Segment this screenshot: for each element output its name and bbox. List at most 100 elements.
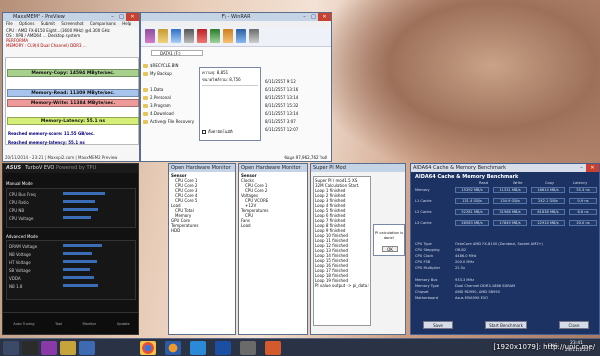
- popup-check[interactable]: ตั้งค่าอัตโนมัติ: [202, 129, 233, 134]
- menu-screenshot[interactable]: Screenshot: [61, 21, 83, 26]
- properties-popup[interactable]: ความจุ: 8,851 ขนาดไฟล์รวม: 8,756 ตั้งค่า…: [199, 67, 261, 141]
- tool-button[interactable]: Tool: [55, 322, 62, 326]
- popup-line: ขนาดไฟล์รวม: 8,756: [202, 77, 241, 82]
- hwmon1-titlebar[interactable]: Open Hardware Monitor: [169, 164, 235, 172]
- maxxmem-status: 20/11/2014 - 23:21 | Maxxpi2.com | MaxxM…: [5, 155, 118, 160]
- maxxmem-taskbar-icon[interactable]: [265, 341, 281, 355]
- maximize-button[interactable]: □: [117, 13, 126, 21]
- hwmon2-titlebar[interactable]: Open Hardware Monitor: [239, 164, 307, 172]
- param-label: NB Voltage: [9, 252, 32, 257]
- maxxmem-titlebar[interactable]: MaxxMEM² - PreView – □ ✕: [3, 13, 139, 21]
- date-cell: 6/11/2557 13:16: [265, 87, 299, 92]
- close-button[interactable]: ✕: [126, 13, 139, 21]
- tree-row[interactable]: HDD: [171, 228, 233, 233]
- slider[interactable]: [63, 284, 98, 287]
- folder-icon: [143, 96, 148, 100]
- slider[interactable]: [63, 208, 98, 211]
- turbov-title: TurboV EVO: [25, 165, 55, 171]
- firefox-taskbar-icon[interactable]: [165, 341, 181, 355]
- row-label: L1 Cache: [415, 199, 432, 203]
- menu-options[interactable]: Options: [19, 21, 34, 26]
- repair-icon[interactable]: [249, 29, 259, 43]
- slider[interactable]: [63, 192, 105, 195]
- result-cell: 55.3 ns: [569, 187, 597, 193]
- slider[interactable]: [63, 260, 97, 263]
- hwmonitor-window-2[interactable]: Open Hardware Monitor Sensor Clocks CPU …: [238, 163, 308, 335]
- superpi-dialog[interactable]: PI calculation is done! OK: [373, 224, 405, 256]
- slider[interactable]: [63, 216, 91, 219]
- slider[interactable]: [63, 276, 94, 279]
- param-label: SB Voltage: [9, 268, 31, 273]
- slider[interactable]: [63, 200, 95, 203]
- turbov-titlebar[interactable]: ASUS TurboV EVO Powered by TPU: [3, 164, 138, 173]
- param-label: CPU NB: [9, 208, 25, 213]
- add-icon[interactable]: [145, 29, 155, 43]
- turbov-tab-manual[interactable]: Manual Mode: [6, 181, 33, 186]
- superpi-taskbar-icon[interactable]: [240, 341, 256, 355]
- chrome-taskbar-icon[interactable]: [140, 341, 156, 355]
- aida64-titlebar[interactable]: AIDA64 Cache & Memory Benchmark – ✕: [411, 164, 599, 172]
- find-icon[interactable]: [210, 29, 220, 43]
- winrar-window[interactable]: F\ - WinRAR – □ ✕ DATA1 (F:) $RECYCLE.BIN …: [140, 12, 332, 162]
- asus-app-icon[interactable]: [22, 341, 38, 355]
- maxxmem-menu: File Options Submit Screenshot Compariso…: [3, 21, 139, 27]
- memory-read-bar: Memory-Read: 11309 MByte/sec.: [7, 89, 139, 97]
- aida-save-button[interactable]: Save: [423, 321, 453, 329]
- menu-file[interactable]: File: [6, 21, 13, 26]
- folder-icon: [143, 64, 148, 68]
- winrar-taskbar-icon[interactable]: [41, 341, 57, 355]
- close-button[interactable]: ✕: [586, 164, 599, 172]
- maxxmem-window[interactable]: MaxxMEM² - PreView – □ ✕ File Options Subm…: [2, 12, 140, 162]
- start-icon[interactable]: [3, 341, 19, 355]
- hwmonitor-window-1[interactable]: Open Hardware Monitor Sensor CPU Core 1 …: [168, 163, 236, 335]
- hwmon2-tree: Sensor Clocks CPU Core 1 CPU Core 2 Volt…: [239, 172, 307, 229]
- winrar-address[interactable]: DATA1 (F:): [151, 50, 203, 56]
- memory-score: Reached memory-score: 11.55 GB/sec.: [8, 131, 95, 136]
- extract-icon[interactable]: [158, 29, 168, 43]
- superpi-window[interactable]: Super PI Mod Super PI / mod1.5 XS 32M Ca…: [310, 163, 406, 335]
- monitor-button[interactable]: Monitor: [83, 322, 97, 326]
- wizard-icon[interactable]: [223, 29, 233, 43]
- superpi-titlebar[interactable]: Super PI Mod: [311, 164, 405, 172]
- update-button[interactable]: Update: [117, 322, 130, 326]
- turbov-tab-advanced[interactable]: Advanced Mode: [6, 234, 38, 239]
- aida64-window[interactable]: AIDA64 Cache & Memory Benchmark – ✕ AIDA6…: [410, 163, 600, 335]
- aida-start-button[interactable]: Start Benchmark: [485, 321, 527, 329]
- menu-comparisons[interactable]: Comparisons: [90, 21, 116, 26]
- minimize-button[interactable]: –: [108, 13, 117, 21]
- explorer-taskbar-icon[interactable]: [60, 341, 76, 355]
- slider[interactable]: [63, 252, 93, 255]
- menu-submit[interactable]: Submit: [41, 21, 55, 26]
- auto-tuning-button[interactable]: Auto Tuning: [13, 322, 34, 326]
- info-value: 200.0 MHz: [455, 260, 475, 264]
- ie-taskbar-icon[interactable]: [190, 341, 206, 355]
- test-icon[interactable]: [171, 29, 181, 43]
- view-icon[interactable]: [184, 29, 194, 43]
- date-cell: 6/11/2557 12:07: [265, 127, 299, 132]
- winrar-titlebar[interactable]: F\ - WinRAR – □ ✕: [141, 13, 331, 21]
- popup-line: ความจุ: 8,851: [202, 70, 229, 75]
- date-cell: 8/11/2557 15:32: [265, 103, 299, 108]
- aida-taskbar-icon[interactable]: [215, 341, 231, 355]
- param-label: CPU Ratio: [9, 200, 29, 205]
- info-icon[interactable]: [236, 29, 246, 43]
- tree-row[interactable]: Load: [241, 223, 305, 228]
- close-button[interactable]: ✕: [318, 13, 331, 21]
- maximize-button[interactable]: □: [309, 13, 318, 21]
- param-label: VDDA: [9, 276, 21, 281]
- dialog-ok-button[interactable]: OK: [382, 246, 398, 252]
- minimize-button[interactable]: –: [300, 13, 309, 21]
- info-value: OctaCore AMD FX-8150 (Zambezi, Socket AM…: [455, 242, 543, 246]
- result-cell: 134.9 GB/s: [493, 198, 527, 204]
- hwmon-taskbar-icon[interactable]: [79, 341, 95, 355]
- minimize-button[interactable]: –: [577, 164, 586, 172]
- checkbox-icon[interactable]: [202, 130, 206, 134]
- date-column: 6/11/2557 9:12 6/11/2557 13:16 8/11/2557…: [265, 69, 331, 132]
- menu-help[interactable]: Help: [122, 21, 131, 26]
- aida-close-button[interactable]: Close: [559, 321, 589, 329]
- delete-icon[interactable]: [197, 29, 207, 43]
- turbov-window[interactable]: ASUS TurboV EVO Powered by TPU Manual Mod…: [2, 163, 139, 335]
- slider[interactable]: [63, 244, 102, 247]
- slider[interactable]: [63, 268, 90, 271]
- info-label: CPU Clock: [415, 254, 434, 258]
